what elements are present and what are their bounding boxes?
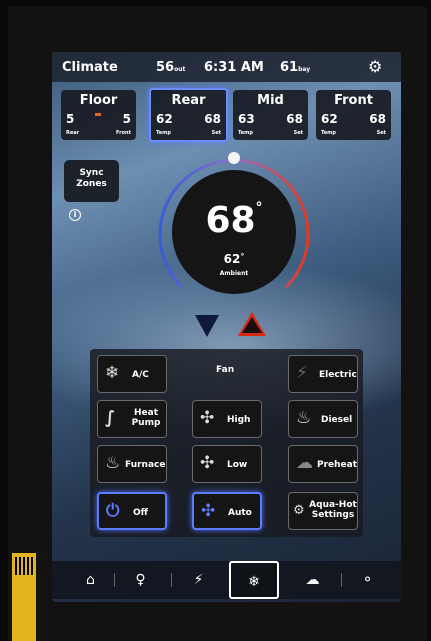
fan-high-label: High [227,415,251,425]
fan-label: Fan [216,365,235,375]
nav-lighting-icon[interactable]: ♀ [118,561,163,599]
zone-temp-value: 63 [238,112,255,126]
off-button[interactable]: ⏻ Off [97,492,167,530]
top-status-bar: Climate 56out 6:31 AM 61bay ⚙ [52,52,401,82]
floor-heat-level-icon [95,112,103,130]
heat-pump-button[interactable]: ∫ Heat Pump [97,400,167,438]
zone-left-label: Rear [66,130,80,136]
nav-home-icon[interactable]: ⌂ [68,561,113,599]
setpoint-handle [228,152,240,164]
off-label: Off [133,508,148,518]
furnace-button[interactable]: ♨ Furnace [97,445,167,483]
zone-right-label: Front [116,130,131,136]
temperature-down-arrow-icon[interactable] [195,315,219,337]
flame-icon: ♨ [105,453,121,473]
fan-icon: ✣ [200,408,215,428]
zone-set-label: Set [211,130,221,136]
ac-button[interactable]: ❄ A/C [97,355,167,393]
snowflake-icon: ❄ [105,363,120,383]
gear-icon: ⚙ [293,503,305,518]
diesel-label: Diesel [321,415,353,425]
qr-code-sticker [12,553,36,641]
zone-set-label: Set [376,130,386,136]
zone-card-front[interactable]: Front 62 68 Temp Set [316,90,391,140]
temperature-up-arrow-icon[interactable] [238,312,266,336]
furnace-label: Furnace [125,460,166,470]
bottom-nav: ⌂ ♀ ⚡ ❄ ☁ ⚬ [52,561,401,599]
zone-set-value: 68 [369,112,386,126]
info-icon[interactable]: i [69,209,81,221]
nav-separator [171,573,172,587]
inside-temperature: 61bay [280,60,311,75]
heat-pump-label: Heat Pump [131,408,161,428]
setpoint-dial: 68° 62° Ambient [172,170,296,294]
electric-button[interactable]: ⚡ Electric [288,355,358,393]
preheat-button[interactable]: ☁ Preheat [288,445,358,483]
sync-zones-button[interactable]: Sync Zones [64,160,119,202]
fan-low-label: Low [227,460,248,470]
nav-separator [114,573,115,587]
zone-name: Floor [79,93,118,108]
zone-temp-value: 62 [156,112,173,126]
fan-auto-label: Auto [228,508,252,518]
zone-name: Rear [171,93,206,108]
fan-low-button[interactable]: ✣ Low [192,445,262,483]
flame-icon: ♨ [296,408,312,428]
zone-card-floor[interactable]: Floor 5 5 Rear Front [61,90,136,140]
fan-high-button[interactable]: ✣ High [192,400,262,438]
zone-right-value: 5 [122,112,131,126]
zone-set-value: 68 [204,112,221,126]
aqua-hot-settings-button[interactable]: ⚙ Aqua-Hot Settings [288,492,358,530]
nav-more-icon[interactable]: ⚬ [345,561,390,599]
zone-set-label: Set [293,130,303,136]
heat-waves-icon: ∫ [105,408,116,428]
ambient-value: 62° [223,252,245,266]
zone-temp-value: 62 [321,112,338,126]
zone-set-value: 68 [286,112,303,126]
power-icon: ⏻ [106,501,120,521]
qr-code-icon [15,557,33,575]
zone-left-value: 5 [66,112,75,126]
zone-temp-label: Temp [321,130,336,136]
ambient-label: Ambient [219,270,249,277]
climate-screen: Climate 56out 6:31 AM 61bay ⚙ Floor 5 5 … [52,52,401,602]
electric-label: Electric [319,370,357,380]
nav-tanks-icon[interactable]: ☁ [290,561,335,599]
sync-label-line2: Zones [76,179,107,189]
settings-gear-icon[interactable]: ⚙ [368,57,382,76]
zone-card-rear[interactable]: Rear 62 68 Temp Set [149,88,228,142]
nav-climate-icon[interactable]: ❄ [229,561,279,599]
fan-auto-button[interactable]: ✣ Auto [192,492,262,530]
aqua-hot-label: Aqua-Hot Settings [309,500,357,520]
zone-temp-label: Temp [156,130,171,136]
zone-temp-label: Temp [238,130,253,136]
zone-name: Mid [257,93,284,108]
clock: 6:31 AM [204,60,264,75]
preheat-label: Preheat [317,460,358,470]
zone-name: Front [334,93,373,108]
fan-icon: ✣ [201,501,216,521]
page-title: Climate [62,60,118,75]
nav-separator [341,573,342,587]
cloud-icon: ☁ [296,453,313,473]
fan-icon: ✣ [200,453,215,473]
sync-label-line1: Sync [79,168,104,178]
bolt-icon: ⚡ [296,363,308,383]
nav-power-icon[interactable]: ⚡ [176,561,221,599]
setpoint-value: 68° [205,200,263,241]
diesel-button[interactable]: ♨ Diesel [288,400,358,438]
outside-temperature: 56out [156,60,186,75]
ac-label: A/C [132,370,149,380]
zone-card-mid[interactable]: Mid 63 68 Temp Set [233,90,308,140]
